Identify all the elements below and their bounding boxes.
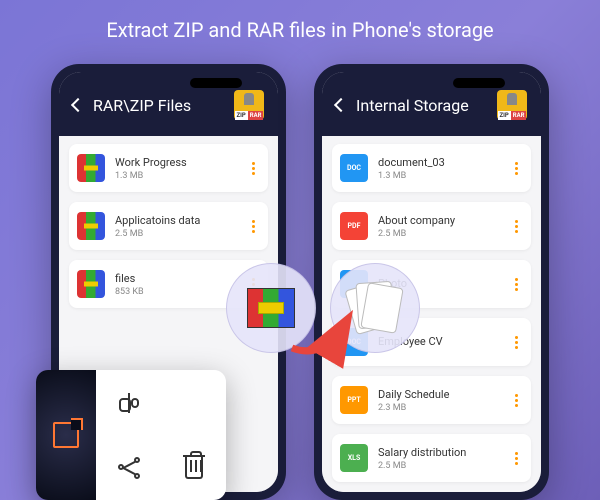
- file-size: 2.5 MB: [378, 461, 499, 471]
- app-logo-icon: ZIP RAR: [234, 90, 264, 120]
- file-name: Salary distribution: [378, 446, 499, 459]
- file-menu-button[interactable]: [509, 162, 523, 175]
- phone-notch: [453, 78, 505, 88]
- file-name: Daily Schedule: [378, 388, 499, 401]
- trash-icon: [185, 457, 203, 479]
- rar-file-icon: [77, 212, 105, 240]
- file-row[interactable]: PPT Daily Schedule 2.3 MB: [332, 376, 531, 424]
- file-row[interactable]: PDF About company 2.5 MB: [332, 202, 531, 250]
- file-menu-button[interactable]: [509, 452, 523, 465]
- file-name: Applicatoins data: [115, 214, 236, 227]
- file-menu-button[interactable]: [509, 394, 523, 407]
- ppt-file-icon: PPT: [340, 386, 368, 414]
- file-row[interactable]: DOC document_03 1.3 MB: [332, 144, 531, 192]
- extract-arrow-icon: [284, 300, 364, 370]
- phone-notch: [190, 78, 242, 88]
- share-button[interactable]: [96, 435, 161, 500]
- rar-file-icon: [77, 270, 105, 298]
- file-name: document_03: [378, 156, 499, 169]
- app-logo-icon: ZIP RAR: [497, 90, 527, 120]
- file-size: 853 KB: [115, 287, 236, 297]
- page-title: RAR\ZIP Files: [93, 96, 224, 115]
- file-size: 1.3 MB: [378, 171, 499, 181]
- file-menu-button[interactable]: [509, 220, 523, 233]
- file-row[interactable]: Applicatoins data 2.5 MB: [69, 202, 268, 250]
- file-size: 1.3 MB: [115, 171, 236, 181]
- xls-file-icon: XLS: [340, 444, 368, 472]
- file-size: 2.5 MB: [378, 229, 499, 239]
- share-icon: [118, 457, 140, 479]
- phone-right-header: Internal Storage ZIP RAR: [322, 72, 541, 136]
- action-panel: [36, 370, 226, 500]
- page-title: Internal Storage: [356, 96, 487, 115]
- file-size: 2.3 MB: [378, 403, 499, 413]
- extract-button[interactable]: [36, 370, 96, 500]
- file-row[interactable]: Work Progress 1.3 MB: [69, 144, 268, 192]
- file-name: files: [115, 272, 236, 285]
- doc-file-icon: DOC: [340, 154, 368, 182]
- back-icon[interactable]: [334, 98, 348, 112]
- file-name: Work Progress: [115, 156, 236, 169]
- file-menu-button[interactable]: [246, 162, 260, 175]
- rename-button[interactable]: [96, 370, 161, 435]
- rename-icon: [117, 395, 141, 411]
- file-menu-button[interactable]: [509, 336, 523, 349]
- file-size: 2.5 MB: [115, 229, 236, 239]
- rar-file-icon: [77, 154, 105, 182]
- pdf-file-icon: PDF: [340, 212, 368, 240]
- file-menu-button[interactable]: [509, 278, 523, 291]
- extract-icon: [53, 422, 79, 448]
- phone-left-header: RAR\ZIP Files ZIP RAR: [59, 72, 278, 136]
- file-menu-button[interactable]: [246, 220, 260, 233]
- back-icon[interactable]: [71, 98, 85, 112]
- empty-action: [161, 370, 226, 435]
- file-row[interactable]: XLS Salary distribution 2.5 MB: [332, 434, 531, 482]
- file-name: About company: [378, 214, 499, 227]
- headline: Extract ZIP and RAR files in Phone's sto…: [0, 0, 600, 64]
- delete-button[interactable]: [161, 435, 226, 500]
